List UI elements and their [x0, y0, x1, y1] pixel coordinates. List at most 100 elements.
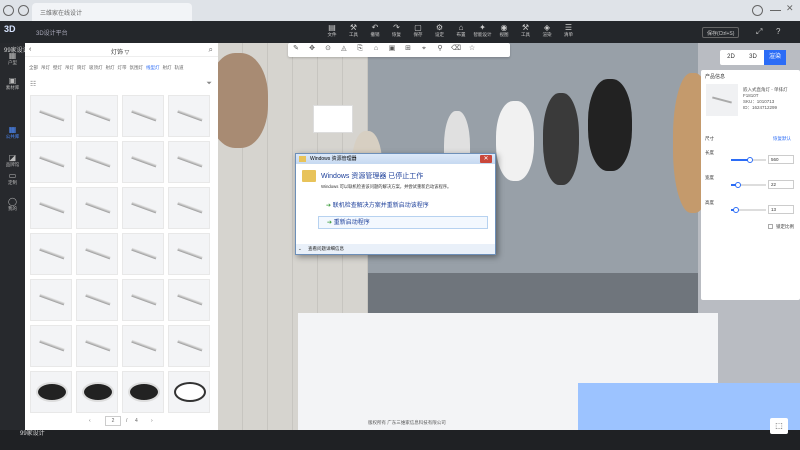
layout-tool[interactable]: ⌂ 布置 [451, 23, 471, 43]
product-thumbnail[interactable] [76, 279, 118, 321]
grid-view-icon[interactable]: ☷ [30, 80, 36, 88]
size-slider[interactable] [731, 182, 766, 188]
browser-tab[interactable]: 三维家在线设计 [32, 3, 192, 21]
product-thumbnail[interactable] [30, 95, 72, 137]
category-tab[interactable]: 射灯 [163, 65, 172, 70]
render-tool[interactable]: ◈ 渲染 [537, 23, 557, 43]
fullscreen-icon[interactable]: ⤢ [752, 25, 766, 36]
scene-tool-icon[interactable]: ⌖ [416, 45, 432, 53]
category-tab[interactable]: 射灯 [106, 65, 115, 70]
view-2d-button[interactable]: 2D [720, 50, 742, 65]
save-status-button[interactable]: 保存(Ctrl+S) [702, 27, 740, 38]
category-tab[interactable]: 吊灯 [65, 65, 74, 70]
size-input[interactable]: 13 [768, 205, 794, 214]
refresh-icon[interactable] [18, 5, 29, 16]
scene-tool-icon[interactable]: ⊙ [320, 44, 336, 52]
minimize-icon[interactable] [770, 10, 781, 11]
product-thumbnail[interactable] [122, 233, 164, 275]
scene-tool-icon[interactable]: ⌂ [368, 45, 384, 52]
dialog-close-button[interactable]: ✕ [480, 155, 492, 163]
nav-item-2[interactable]: ▦ 公共库 [0, 125, 25, 140]
product-thumbnail[interactable] [122, 187, 164, 229]
nav-item-4[interactable]: ▭ 定制 [0, 171, 25, 186]
product-thumbnail[interactable] [76, 233, 118, 275]
filter-icon[interactable]: ⏷ [206, 80, 212, 88]
scene-tool-icon[interactable]: ▣ [384, 44, 400, 52]
scene-tool-icon[interactable]: ⎘ [352, 45, 368, 53]
next-page-button[interactable]: › [151, 418, 153, 424]
product-thumbnail[interactable] [122, 95, 164, 137]
nav-item-1[interactable]: ▣ 素材库 [0, 76, 25, 91]
search-icon[interactable]: ⌕ [209, 45, 213, 55]
product-thumbnail[interactable] [168, 95, 210, 137]
slider-handle[interactable] [733, 207, 740, 213]
tools2-tool[interactable]: ⚒ 工具 [516, 23, 536, 43]
product-thumbnail[interactable] [168, 279, 210, 321]
view-3d-button[interactable]: 3D [742, 50, 764, 65]
file-tool[interactable]: ▤ 文件 [322, 23, 342, 43]
category-tab[interactable]: 吸顶灯 [89, 65, 103, 70]
product-thumbnail[interactable] [76, 95, 118, 137]
product-thumbnail[interactable] [76, 371, 118, 413]
product-thumbnail[interactable] [30, 141, 72, 183]
product-thumbnail[interactable] [122, 141, 164, 183]
product-thumbnail[interactable] [76, 325, 118, 367]
view-tool[interactable]: ◉ 视图 [494, 23, 514, 43]
nav-item-5[interactable]: ◯ 我的 [0, 197, 25, 212]
product-thumbnail[interactable] [30, 279, 72, 321]
undo-tool[interactable]: ↶ 撤销 [365, 23, 385, 43]
category-tab[interactable]: 线型灯 [146, 65, 160, 70]
product-thumbnail[interactable] [168, 325, 210, 367]
scene-tool-icon[interactable]: ✎ [288, 44, 304, 52]
category-tab[interactable]: 灯带 [118, 65, 127, 70]
library-title[interactable]: 灯饰 ▽ [111, 47, 129, 56]
category-tab[interactable]: 筒灯 [77, 65, 86, 70]
size-slider[interactable] [731, 207, 766, 213]
product-thumbnail[interactable] [30, 187, 72, 229]
page-number-input[interactable]: 2 [105, 416, 121, 426]
restart-program-option[interactable]: ➔ 重新启动程序 [318, 216, 488, 229]
product-thumbnail[interactable] [30, 233, 72, 275]
size-input[interactable]: 22 [768, 180, 794, 189]
product-thumbnail[interactable] [168, 187, 210, 229]
product-thumbnail[interactable] [30, 325, 72, 367]
lock-ratio-checkbox[interactable] [768, 224, 773, 229]
prev-page-button[interactable]: ‹ [89, 418, 91, 424]
scene-tool-icon[interactable]: ◬ [336, 44, 352, 52]
slider-handle[interactable] [747, 157, 754, 163]
slider-handle[interactable] [735, 182, 741, 188]
smart-design-tool[interactable]: ✦ 智能设计 [473, 23, 493, 43]
product-thumbnail[interactable] [30, 371, 72, 413]
size-input[interactable]: 560 [768, 155, 794, 164]
product-thumbnail[interactable] [76, 187, 118, 229]
category-tab[interactable]: 氛围灯 [130, 65, 144, 70]
scene-tool-icon[interactable]: ⚲ [432, 44, 448, 52]
tools-tool[interactable]: ⚒ 工具 [344, 23, 364, 43]
product-thumbnail[interactable] [122, 279, 164, 321]
product-thumbnail[interactable] [168, 141, 210, 183]
back-arrow-icon[interactable]: ‹ [29, 46, 31, 53]
view-details-toggle[interactable]: ⌄ 查看问题详细信息 [296, 244, 495, 254]
redo-tool[interactable]: ↷ 恢复 [387, 23, 407, 43]
help-icon[interactable]: ? [772, 25, 784, 36]
scene-tool-icon[interactable]: ⊞ [400, 44, 416, 52]
render-button[interactable]: 渲染 [764, 50, 786, 65]
product-thumbnail[interactable] [76, 141, 118, 183]
product-thumbnail[interactable] [168, 233, 210, 275]
cube-view-icon[interactable]: ⬚ [770, 418, 788, 434]
settings-icon[interactable] [752, 5, 763, 16]
product-thumbnail[interactable] [122, 325, 164, 367]
nav-item-3[interactable]: ◪ 品牌馆 [0, 153, 25, 168]
scene-tool-icon[interactable]: ☆ [464, 44, 480, 52]
save-tool[interactable]: ▢ 保存 [408, 23, 428, 43]
scene-tool-icon[interactable]: ⌫ [448, 44, 464, 52]
settings-tool[interactable]: ⚙ 设定 [430, 23, 450, 43]
category-tab[interactable]: 轨道 [175, 65, 184, 70]
category-tab[interactable]: 全部 [29, 65, 38, 70]
category-tab[interactable]: 吊灯 [41, 65, 50, 70]
scene-tool-icon[interactable]: ✥ [304, 44, 320, 52]
category-tab[interactable]: 壁灯 [53, 65, 62, 70]
check-online-option[interactable]: ➔ 联机检查解决方案并重新启动该程序 [318, 200, 488, 213]
size-slider[interactable] [731, 157, 766, 163]
back-icon[interactable] [3, 5, 14, 16]
